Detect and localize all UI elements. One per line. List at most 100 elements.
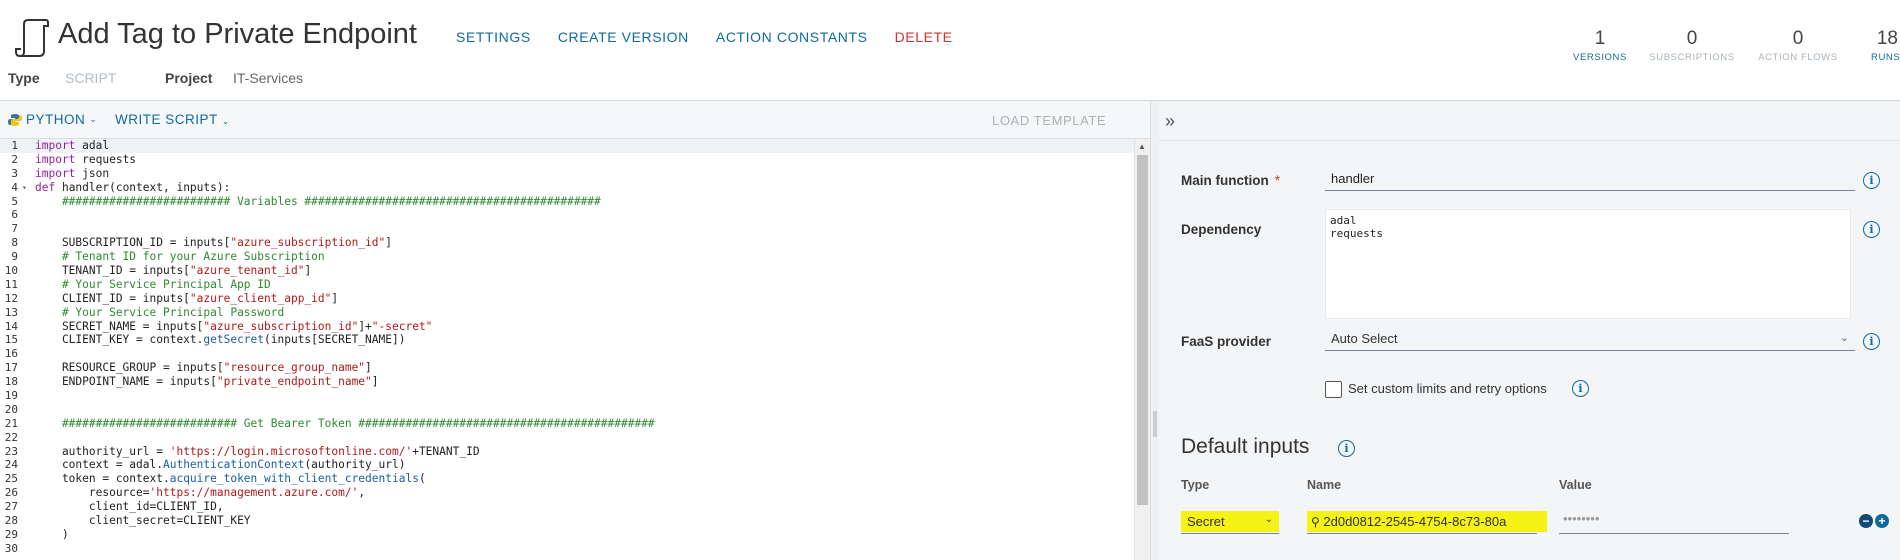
code-line[interactable]: 11 # Your Service Principal App ID [0,278,1134,292]
dependency-textarea[interactable]: adal requests [1325,209,1851,319]
code-line[interactable]: 29 ) [0,528,1134,542]
line-number: 17 [4,361,18,375]
input-type-select[interactable]: Secret ⌄ [1181,511,1279,534]
info-icon[interactable]: i [1863,333,1880,350]
info-icon[interactable]: i [1863,172,1880,189]
line-number: 1 [11,139,18,152]
code-text: # Your Service Principal Password [35,305,285,319]
line-number: 4 [11,180,18,194]
properties-panel: » Main function * handler i Dependency ad… [1159,101,1900,560]
line-number: 20 [4,402,18,416]
code-line[interactable]: 26 resource='https://management.azure.co… [0,486,1134,500]
code-line[interactable]: 20 [0,403,1134,417]
code-line[interactable]: 10 TENANT_ID = inputs["azure_tenant_id"] [0,264,1134,278]
code-line[interactable]: 24 context = adal.AuthenticationContext(… [0,458,1134,472]
write-script-dropdown[interactable]: WRITE SCRIPT ⌄ [115,112,230,127]
code-line[interactable]: 22 [0,431,1134,445]
code-text: client_secret=CLIENT_KEY [35,514,251,528]
code-line[interactable]: 21 ########################## Get Bearer… [0,417,1134,431]
faas-provider-label: FaaS provider [1181,334,1272,349]
info-icon[interactable]: i [1572,380,1589,397]
code-line[interactable]: 6 [0,208,1134,222]
code-text: client_id=CLIENT_ID, [35,500,224,514]
fold-toggle-icon[interactable]: ▾ [22,181,27,195]
code-line[interactable]: 19 [0,389,1134,403]
main-function-label-text: Main function [1181,173,1269,188]
line-number: 21 [4,416,18,430]
chevron-down-icon: ⌄ [1839,332,1849,344]
header-actions: SETTINGS CREATE VERSION ACTION CONSTANTS… [456,29,953,45]
code-line[interactable]: 15 CLIENT_KEY = context.getSecret(inputs… [0,333,1134,347]
code-line[interactable]: 5 ######################### Variables ##… [0,195,1134,209]
runs-stat[interactable]: 18 RUNS [1860,28,1900,63]
code-line[interactable]: 23 authority_url = 'https://login.micros… [0,445,1134,459]
line-number: 2 [11,152,18,166]
panel-divider [1159,140,1900,141]
value-column-header: Value [1559,478,1592,492]
line-number: 10 [4,264,18,278]
action-flows-stat[interactable]: 0 ACTION FLOWS [1738,28,1858,63]
scrollbar-thumb[interactable] [1137,155,1148,505]
code-line[interactable]: 16 [0,347,1134,361]
code-text: token = context.acquire_token_with_clien… [35,472,426,486]
input-name-field[interactable]: ⚲ 2d0d0812-2545-4754-8c73-80a [1307,511,1547,534]
input-type-value: Secret [1187,514,1225,529]
runs-count: 18 [1876,28,1898,49]
info-icon[interactable]: i [1863,221,1880,238]
code-text: def handler(context, inputs): [35,180,231,194]
code-line[interactable]: 4 ▾ def handler(context, inputs): [0,181,1134,195]
code-line[interactable]: 8 SUBSCRIPTION_ID = inputs["azure_subscr… [0,236,1134,250]
code-line[interactable]: 13 # Your Service Principal Password [0,306,1134,320]
line-number: 13 [4,305,18,319]
script-icon [15,19,49,57]
delete-button[interactable]: DELETE [895,29,953,45]
code-line[interactable]: 9 # Tenant ID for your Azure Subscriptio… [0,250,1134,264]
editor-scrollbar[interactable]: ▲ [1134,139,1150,560]
code-line[interactable]: 18 ENDPOINT_NAME = inputs["private_endpo… [0,375,1134,389]
info-icon[interactable]: i [1338,440,1355,457]
create-version-button[interactable]: CREATE VERSION [558,29,689,45]
add-input-button[interactable]: + [1875,514,1889,528]
project-value: IT-Services [233,70,304,86]
line-number: 8 [11,236,18,250]
code-line[interactable]: 7 [0,222,1134,236]
code-text: RESOURCE_GROUP = inputs["resource_group_… [35,361,372,375]
language-dropdown[interactable]: PYTHON ⌄ [8,112,97,127]
action-flows-label: ACTION FLOWS [1758,52,1838,63]
input-value-field[interactable]: •••••••• [1559,511,1789,534]
custom-limits-checkbox[interactable] [1325,381,1342,398]
code-text: authority_url = 'https://login.microsoft… [35,444,480,458]
type-label: Type [8,70,40,86]
code-text: # Your Service Principal App ID [35,277,271,291]
line-number: 14 [4,319,18,333]
custom-limits-label: Set custom limits and retry options [1348,381,1547,396]
code-line[interactable]: 30 [0,542,1134,556]
code-editor[interactable]: 1 import adal 2 import requests 3 import json… [0,139,1134,560]
line-number: 28 [4,514,18,528]
splitter-grip[interactable] [1153,411,1157,437]
code-line[interactable]: 14 SECRET_NAME = inputs["azure_subscript… [0,320,1134,334]
code-line[interactable]: 2 import requests [0,153,1134,167]
main-function-input[interactable]: handler [1325,171,1855,191]
code-text: ######################### Variables ####… [35,194,601,208]
code-text: resource='https://management.azure.com/'… [35,486,366,500]
remove-input-button[interactable]: − [1859,514,1873,528]
load-template-button[interactable]: LOAD TEMPLATE [992,113,1106,128]
code-line[interactable]: 3 import json [0,167,1134,181]
collapse-panel-icon[interactable]: » [1165,111,1175,132]
line-number: 24 [4,458,18,472]
code-text: TENANT_ID = inputs["azure_tenant_id"] [35,264,312,278]
code-line[interactable]: 12 CLIENT_ID = inputs["azure_client_app_… [0,292,1134,306]
code-line[interactable]: 25 token = context.acquire_token_with_cl… [0,472,1134,486]
settings-button[interactable]: SETTINGS [456,29,531,45]
code-line[interactable]: 1 import adal [0,139,1134,153]
code-line[interactable]: 28 client_secret=CLIENT_KEY [0,514,1134,528]
code-line[interactable]: 17 RESOURCE_GROUP = inputs["resource_gro… [0,361,1134,375]
action-constants-button[interactable]: ACTION CONSTANTS [716,29,868,45]
code-line[interactable]: 27 client_id=CLIENT_ID, [0,500,1134,514]
search-icon: ⚲ [1311,515,1320,529]
faas-provider-select[interactable]: Auto Select ⌄ [1325,331,1855,351]
scroll-up-icon[interactable]: ▲ [1138,142,1146,151]
line-number: 9 [11,250,18,264]
subscriptions-stat[interactable]: 0 SUBSCRIPTIONS [1632,28,1752,63]
